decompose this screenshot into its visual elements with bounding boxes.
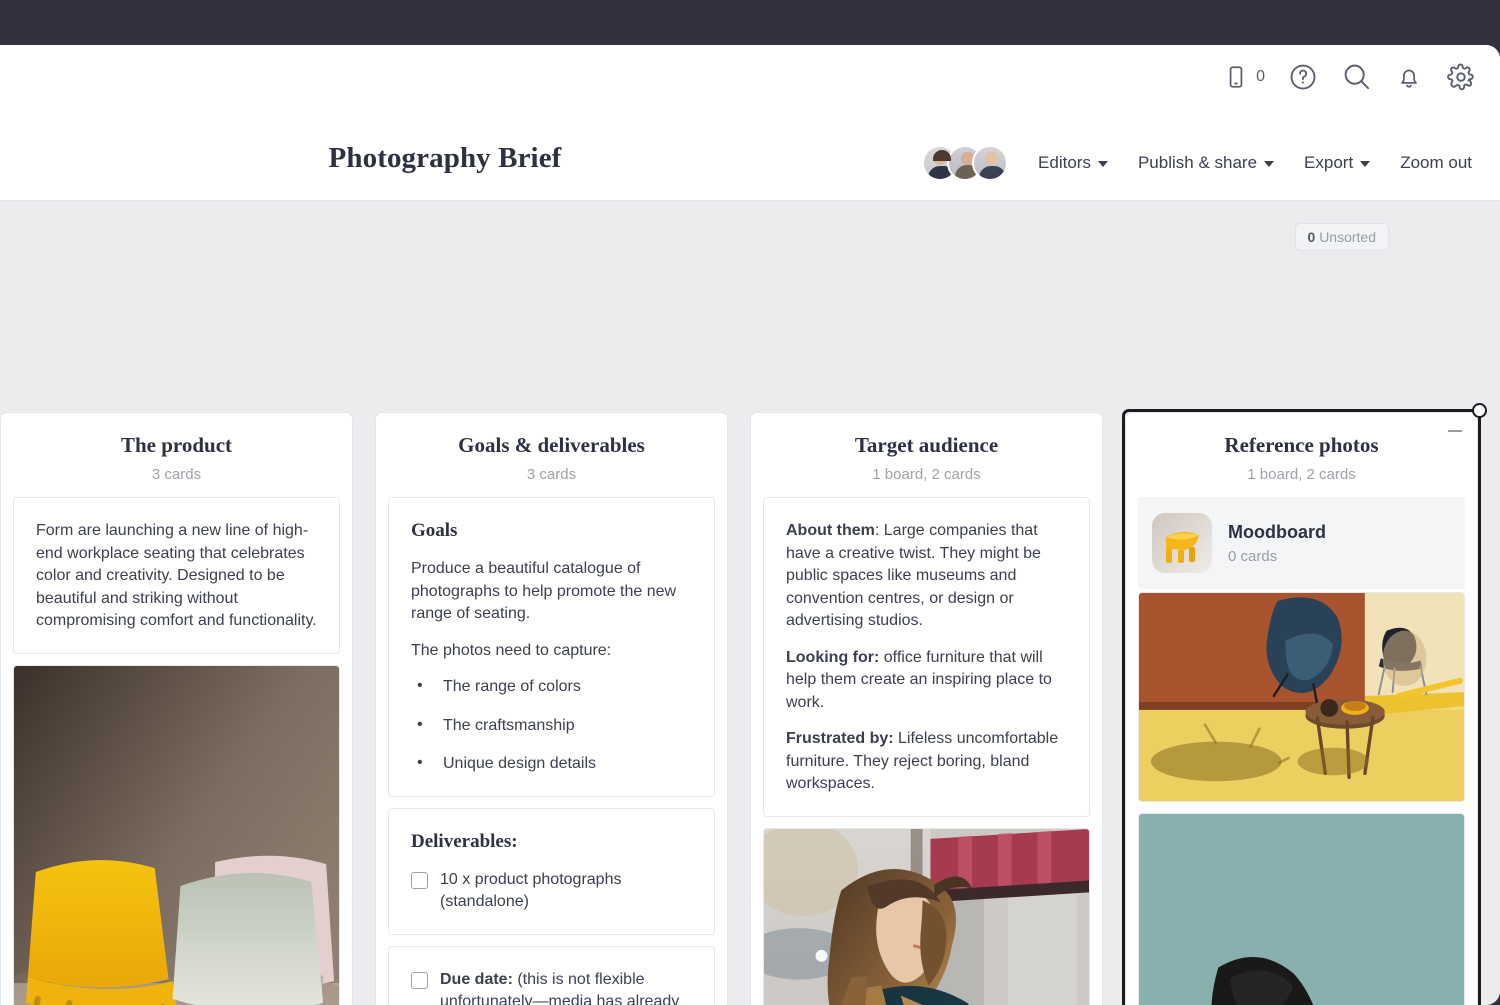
audience-label-frustrated: Frustrated by:	[786, 730, 894, 748]
card-product-description[interactable]: Form are launching a new line of high-en…	[13, 497, 340, 654]
notifications-icon[interactable]	[1395, 63, 1423, 91]
card-moodboard[interactable]: Moodboard 0 cards	[1138, 497, 1465, 589]
audience-label-about: About them	[786, 522, 875, 539]
audience-about-them: About them: Large companies that have a …	[786, 520, 1067, 633]
column-goals-deliverables[interactable]: Goals & deliverables 3 cards Goals Produ…	[375, 412, 728, 1005]
sep: :	[874, 522, 884, 539]
goals-heading: Goals	[411, 520, 458, 541]
column-reference-photos[interactable]: Reference photos 1 board, 2 cards Moodbo…	[1122, 403, 1487, 1005]
card-reference-photo-1[interactable]	[1138, 592, 1465, 803]
device-count-label: 0	[1256, 67, 1265, 85]
list-item: The range of colors	[411, 675, 692, 699]
column-body: Goals Produce a beautiful catalogue of p…	[375, 497, 728, 1005]
export-dropdown[interactable]: Export	[1304, 153, 1371, 173]
search-icon[interactable]	[1341, 61, 1372, 92]
help-icon[interactable]	[1288, 62, 1318, 92]
product-description-text: Form are launching a new line of high-en…	[36, 522, 317, 630]
column-title: Target audience	[854, 433, 999, 457]
goals-paragraph-1: Produce a beautiful catalogue of photogr…	[411, 560, 677, 623]
deliverables-checkbox-label: 10 x product photographs (standalone)	[440, 870, 622, 911]
deliverables-heading: Deliverables:	[411, 830, 518, 852]
header-icon-group: 0	[1223, 61, 1476, 92]
column-header[interactable]: Reference photos 1 board, 2 cards	[1125, 412, 1478, 497]
goals-paragraph-2: The photos need to capture:	[411, 641, 612, 659]
board-canvas[interactable]: 0 Unsorted The product 3 cards Form are …	[0, 201, 1500, 1005]
unsorted-badge[interactable]: 0 Unsorted	[1294, 223, 1389, 251]
audience-label-looking: Looking for:	[786, 648, 880, 666]
checkbox[interactable]	[411, 871, 428, 889]
publish-share-dropdown[interactable]: Publish & share	[1137, 153, 1275, 173]
black-chair-teal-background-photo	[1139, 814, 1464, 1005]
moodboard-card-count: 0 cards	[1228, 547, 1278, 565]
orange-wall-yellow-floor-chairs-photo	[1139, 593, 1464, 802]
device-preview-icon[interactable]: 0	[1223, 64, 1265, 90]
chevron-down-icon	[1360, 161, 1371, 167]
column-card-count: 1 board, 2 cards	[872, 466, 981, 483]
goals-bullet-list: The range of colors The craftsmanship Un…	[411, 675, 692, 776]
chevron-down-icon	[1264, 161, 1275, 167]
column-resize-handle[interactable]	[1472, 403, 1487, 418]
column-card-count: 3 cards	[151, 466, 202, 483]
column-header[interactable]: The product 3 cards	[0, 412, 353, 497]
woman-on-street-photo	[764, 829, 1089, 1005]
card-product-photo[interactable]	[13, 664, 340, 1005]
column-title: The product	[120, 433, 233, 457]
column-header[interactable]: Goals & deliverables 3 cards	[375, 412, 728, 497]
due-date-label: Due date:	[440, 970, 513, 988]
audience-frustrated-by: Frustrated by: Lifeless uncomfortable fu…	[786, 728, 1067, 796]
card-audience-description[interactable]: About them: Large companies that have a …	[763, 497, 1090, 818]
card-deliverables[interactable]: Deliverables: 10 x product photographs (…	[388, 807, 715, 935]
card-audience-photo[interactable]	[763, 828, 1090, 1005]
checkbox[interactable]	[411, 971, 428, 989]
column-the-product[interactable]: The product 3 cards Form are launching a…	[0, 412, 353, 1005]
audience-looking-for: Looking for: office furniture that will …	[786, 647, 1067, 715]
column-body: About them: Large companies that have a …	[750, 497, 1103, 1005]
column-card-count: 1 board, 2 cards	[1247, 466, 1356, 483]
unsorted-label: Unsorted	[1319, 229, 1376, 245]
export-label: Export	[1304, 153, 1354, 172]
app-window: ef 0	[0, 45, 1500, 1005]
column-title: Goals & deliverables	[458, 433, 645, 457]
unsorted-count: 0	[1307, 229, 1316, 245]
editors-label: Editors	[1038, 153, 1091, 172]
list-item: Unique design details	[411, 752, 692, 776]
column-card-count: 3 cards	[526, 466, 577, 483]
deliverables-checklist-item[interactable]: 10 x product photographs (standalone)	[411, 869, 692, 914]
header-action-group: Editors Publish & share Export Zoom out	[922, 145, 1472, 181]
yellow-armchair-icon	[1152, 513, 1212, 573]
chevron-down-icon	[1097, 161, 1108, 167]
avatar	[972, 145, 1009, 181]
zoom-out-button[interactable]: Zoom out	[1400, 153, 1472, 173]
collapse-icon[interactable]	[1448, 430, 1462, 432]
column-header[interactable]: Target audience 1 board, 2 cards	[750, 412, 1103, 497]
moodboard-name: Moodboard	[1228, 521, 1326, 542]
editors-dropdown[interactable]: Editors	[1038, 153, 1108, 173]
yellow-and-sage-chairs-photo	[14, 665, 339, 1005]
list-item: The craftsmanship	[411, 714, 692, 738]
column-body: Moodboard 0 cards	[1125, 497, 1478, 1005]
card-due-date[interactable]: Due date: (this is not flexible unfortun…	[388, 945, 715, 1005]
zoom-out-label: Zoom out	[1400, 153, 1472, 172]
column-body: Form are launching a new line of high-en…	[0, 497, 353, 1005]
card-goals[interactable]: Goals Produce a beautiful catalogue of p…	[388, 497, 715, 797]
card-reference-photo-2[interactable]	[1138, 813, 1465, 1005]
editor-avatars[interactable]	[922, 145, 1009, 181]
board-columns: The product 3 cards Form are launching a…	[0, 403, 1487, 1005]
column-target-audience[interactable]: Target audience 1 board, 2 cards About t…	[750, 412, 1103, 1005]
app-header: ef 0	[0, 45, 1500, 201]
page-title: Photography Brief	[328, 142, 562, 174]
publish-share-label: Publish & share	[1137, 153, 1258, 172]
settings-icon[interactable]	[1446, 62, 1476, 92]
column-title: Reference photos	[1224, 433, 1379, 457]
